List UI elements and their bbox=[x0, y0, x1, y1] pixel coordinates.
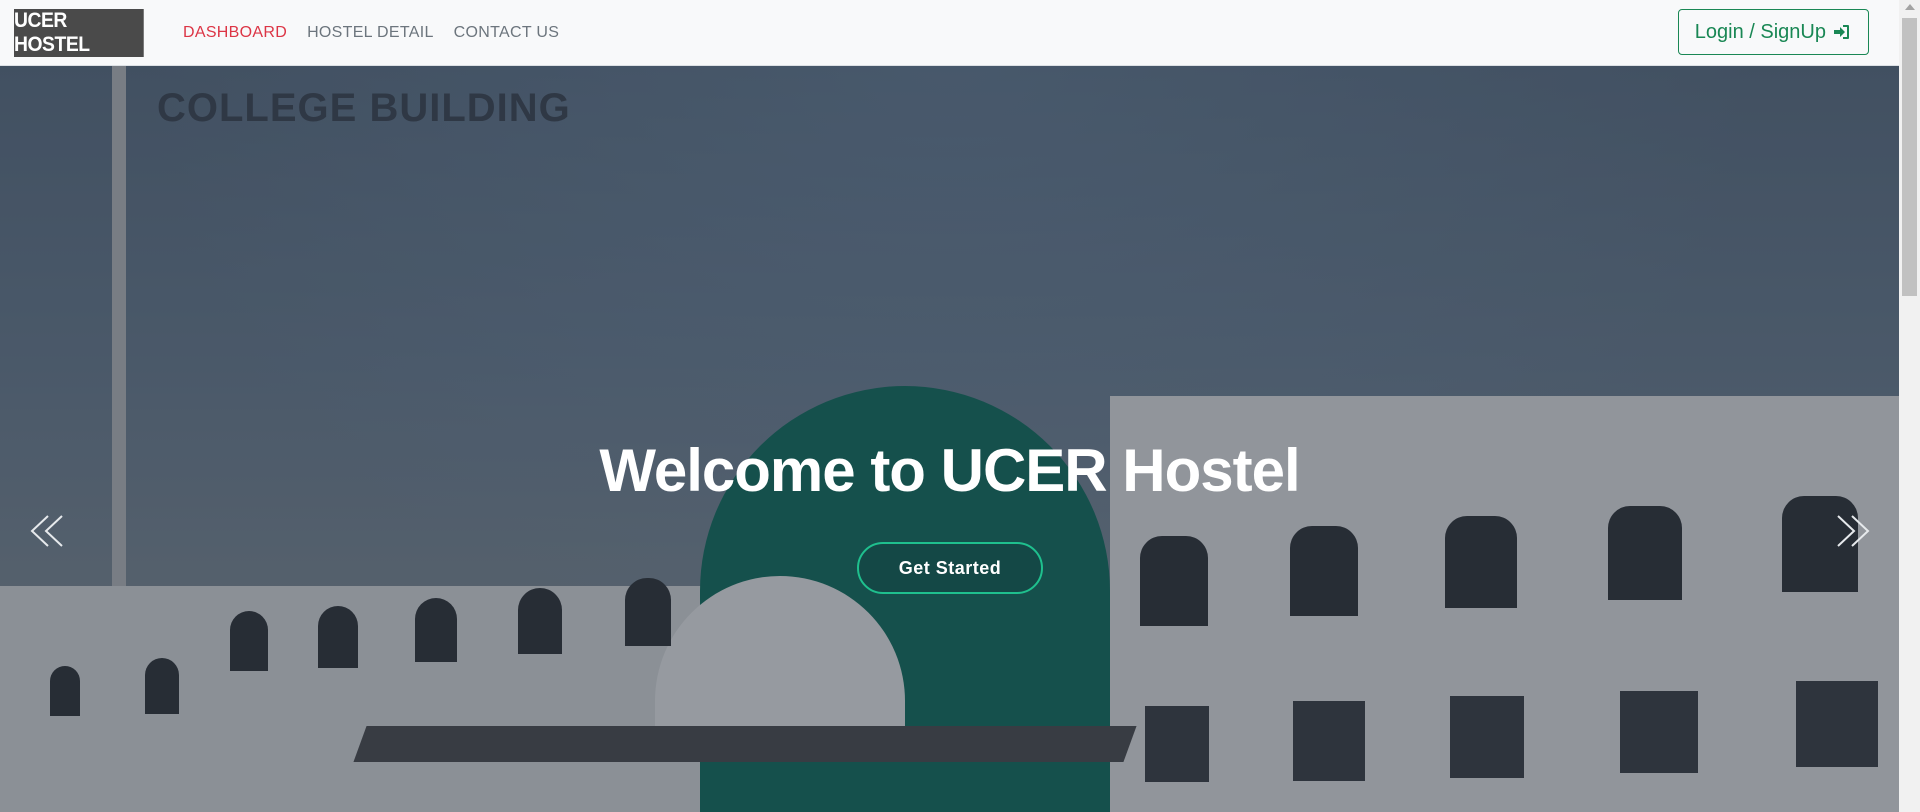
top-navbar: UCER HOSTEL DASHBOARD HOSTEL DETAIL CONT… bbox=[0, 0, 1899, 66]
login-signup-label: Login / SignUp bbox=[1694, 20, 1826, 43]
brand-logo[interactable]: UCER HOSTEL bbox=[14, 8, 144, 57]
hero-carousel: COLLEGE BUILDING Welcome to UCER Hostel … bbox=[0, 66, 1899, 812]
double-chevron-left-icon[interactable] bbox=[26, 506, 70, 556]
background-signage: COLLEGE BUILDING bbox=[157, 86, 571, 130]
scroll-up-arrow-icon[interactable] bbox=[1905, 4, 1915, 10]
nav-link-hostel-detail[interactable]: HOSTEL DETAIL bbox=[297, 24, 444, 42]
scroll-thumb[interactable] bbox=[1902, 18, 1917, 296]
sign-in-icon bbox=[1834, 25, 1849, 39]
get-started-button[interactable]: Get Started bbox=[857, 542, 1043, 594]
page-scrollbar[interactable] bbox=[1899, 0, 1920, 812]
double-chevron-right-icon[interactable] bbox=[1830, 506, 1874, 556]
login-signup-button[interactable]: Login / SignUp bbox=[1677, 9, 1869, 55]
nav-link-dashboard[interactable]: DASHBOARD bbox=[173, 24, 297, 42]
nav-links: DASHBOARD HOSTEL DETAIL CONTACT US bbox=[173, 24, 569, 42]
nav-link-contact-us[interactable]: CONTACT US bbox=[444, 24, 570, 42]
hero-title: Welcome to UCER Hostel bbox=[599, 437, 1300, 504]
